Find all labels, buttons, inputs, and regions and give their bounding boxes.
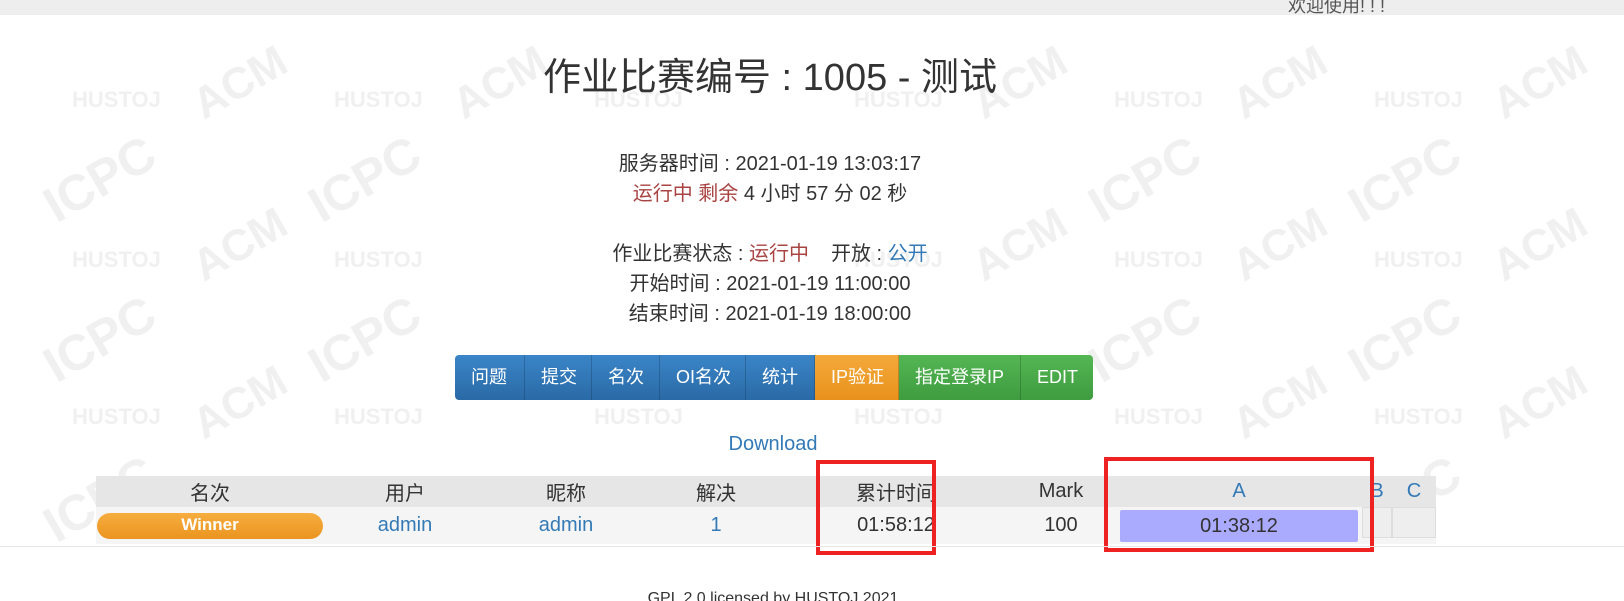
remaining-time-line: 运行中 剩余 4 小时 57 分 02 秒 [0, 177, 1540, 206]
col-header-problem-b[interactable]: B [1362, 476, 1392, 507]
page-title: 作业比赛编号 : 1005 - 测试 [543, 57, 997, 99]
col-header-user[interactable]: 用户 [324, 476, 486, 507]
problem-b-cell [1362, 507, 1392, 544]
total-time-cell: 01:58:12 [857, 514, 935, 536]
solved-link[interactable]: 1 [710, 514, 721, 536]
footer-text: GPL 2.0 licensed by HUSTOJ 2021 [647, 590, 899, 601]
col-header-nick[interactable]: 昵称 [486, 476, 646, 507]
problem-a-cell: 01:38:12 [1116, 507, 1362, 544]
problems-button[interactable]: 问题 [455, 355, 525, 400]
mark-cell: 100 [1044, 514, 1078, 536]
open-value: 公开 [887, 243, 928, 265]
download-link[interactable]: Download [0, 433, 1546, 456]
col-header-mark[interactable]: Mark [1006, 476, 1116, 507]
server-time-line: 服务器时间 : 2021-01-19 13:03:17 [0, 147, 1540, 176]
start-time-line: 开始时间 : 2021-01-19 11:00:00 [0, 267, 1540, 296]
end-time-value: 2021-01-19 18:00:00 [725, 303, 912, 325]
status-value: 运行中 [749, 243, 809, 265]
table-header-row: 名次 用户 昵称 解决 累计时间 Mark A B C [96, 476, 1436, 507]
server-time-label: 服务器时间 : [618, 153, 736, 175]
solved-cell: 1 [646, 507, 786, 544]
col-header-problem-c[interactable]: C [1392, 476, 1436, 507]
footer-divider [0, 546, 1624, 547]
edit-button[interactable]: EDIT [1021, 355, 1093, 400]
nick-link[interactable]: admin [539, 514, 593, 536]
oi-rank-button[interactable]: OI名次 [660, 355, 746, 400]
end-time-line: 结束时间 : 2021-01-19 18:00:00 [0, 297, 1540, 326]
nick-cell: admin [486, 507, 646, 544]
problem-a-accepted-time: 01:38:12 [1120, 509, 1358, 542]
open-label: 开放 : [831, 243, 888, 265]
col-header-time[interactable]: 累计时间 [786, 476, 1006, 507]
remaining-time-value: 4 小时 57 分 02 秒 [738, 183, 908, 205]
running-label: 运行中 剩余 [632, 183, 739, 205]
login-ip-button[interactable]: 指定登录IP [899, 355, 1021, 400]
ranking-table: 名次 用户 昵称 解决 累计时间 Mark A B C Winner admin [96, 476, 1436, 544]
ip-verify-button[interactable]: IP验证 [815, 355, 899, 400]
statistics-button[interactable]: 统计 [746, 355, 815, 400]
rank-button[interactable]: 名次 [592, 355, 660, 400]
col-header-problem-a[interactable]: A [1116, 476, 1362, 507]
status-label: 作业比赛状态 : [612, 243, 749, 265]
contest-nav-buttons: 问题 提交 名次 OI名次 统计 IP验证 指定登录IP EDIT [455, 355, 1093, 400]
user-link[interactable]: admin [378, 514, 432, 536]
problem-c-cell [1392, 507, 1436, 544]
problem-c-empty [1392, 507, 1436, 538]
server-time-value: 2021-01-19 13:03:17 [735, 153, 922, 175]
rank-cell: Winner [96, 507, 324, 544]
winner-badge: Winner [97, 512, 323, 539]
welcome-text: 欢迎使用! ! ! [1288, 0, 1386, 16]
table-row: Winner admin admin 1 01:58:12 100 01:38:… [96, 507, 1436, 544]
status-line: 作业比赛状态 : 运行中 开放 : 公开 [0, 237, 1540, 266]
col-header-solved[interactable]: 解决 [646, 476, 786, 507]
problem-b-empty [1362, 507, 1392, 538]
end-time-label: 结束时间 : [628, 303, 726, 325]
contest-page: HUSTOJ HUSTOJ HUSTOJ HUSTOJ HUSTOJ HUSTO… [0, 0, 1624, 601]
start-time-value: 2021-01-19 11:00:00 [726, 273, 911, 295]
col-header-rank[interactable]: 名次 [96, 476, 324, 507]
submit-button[interactable]: 提交 [525, 355, 592, 400]
start-time-label: 开始时间 : [629, 273, 727, 295]
user-cell: admin [324, 507, 486, 544]
